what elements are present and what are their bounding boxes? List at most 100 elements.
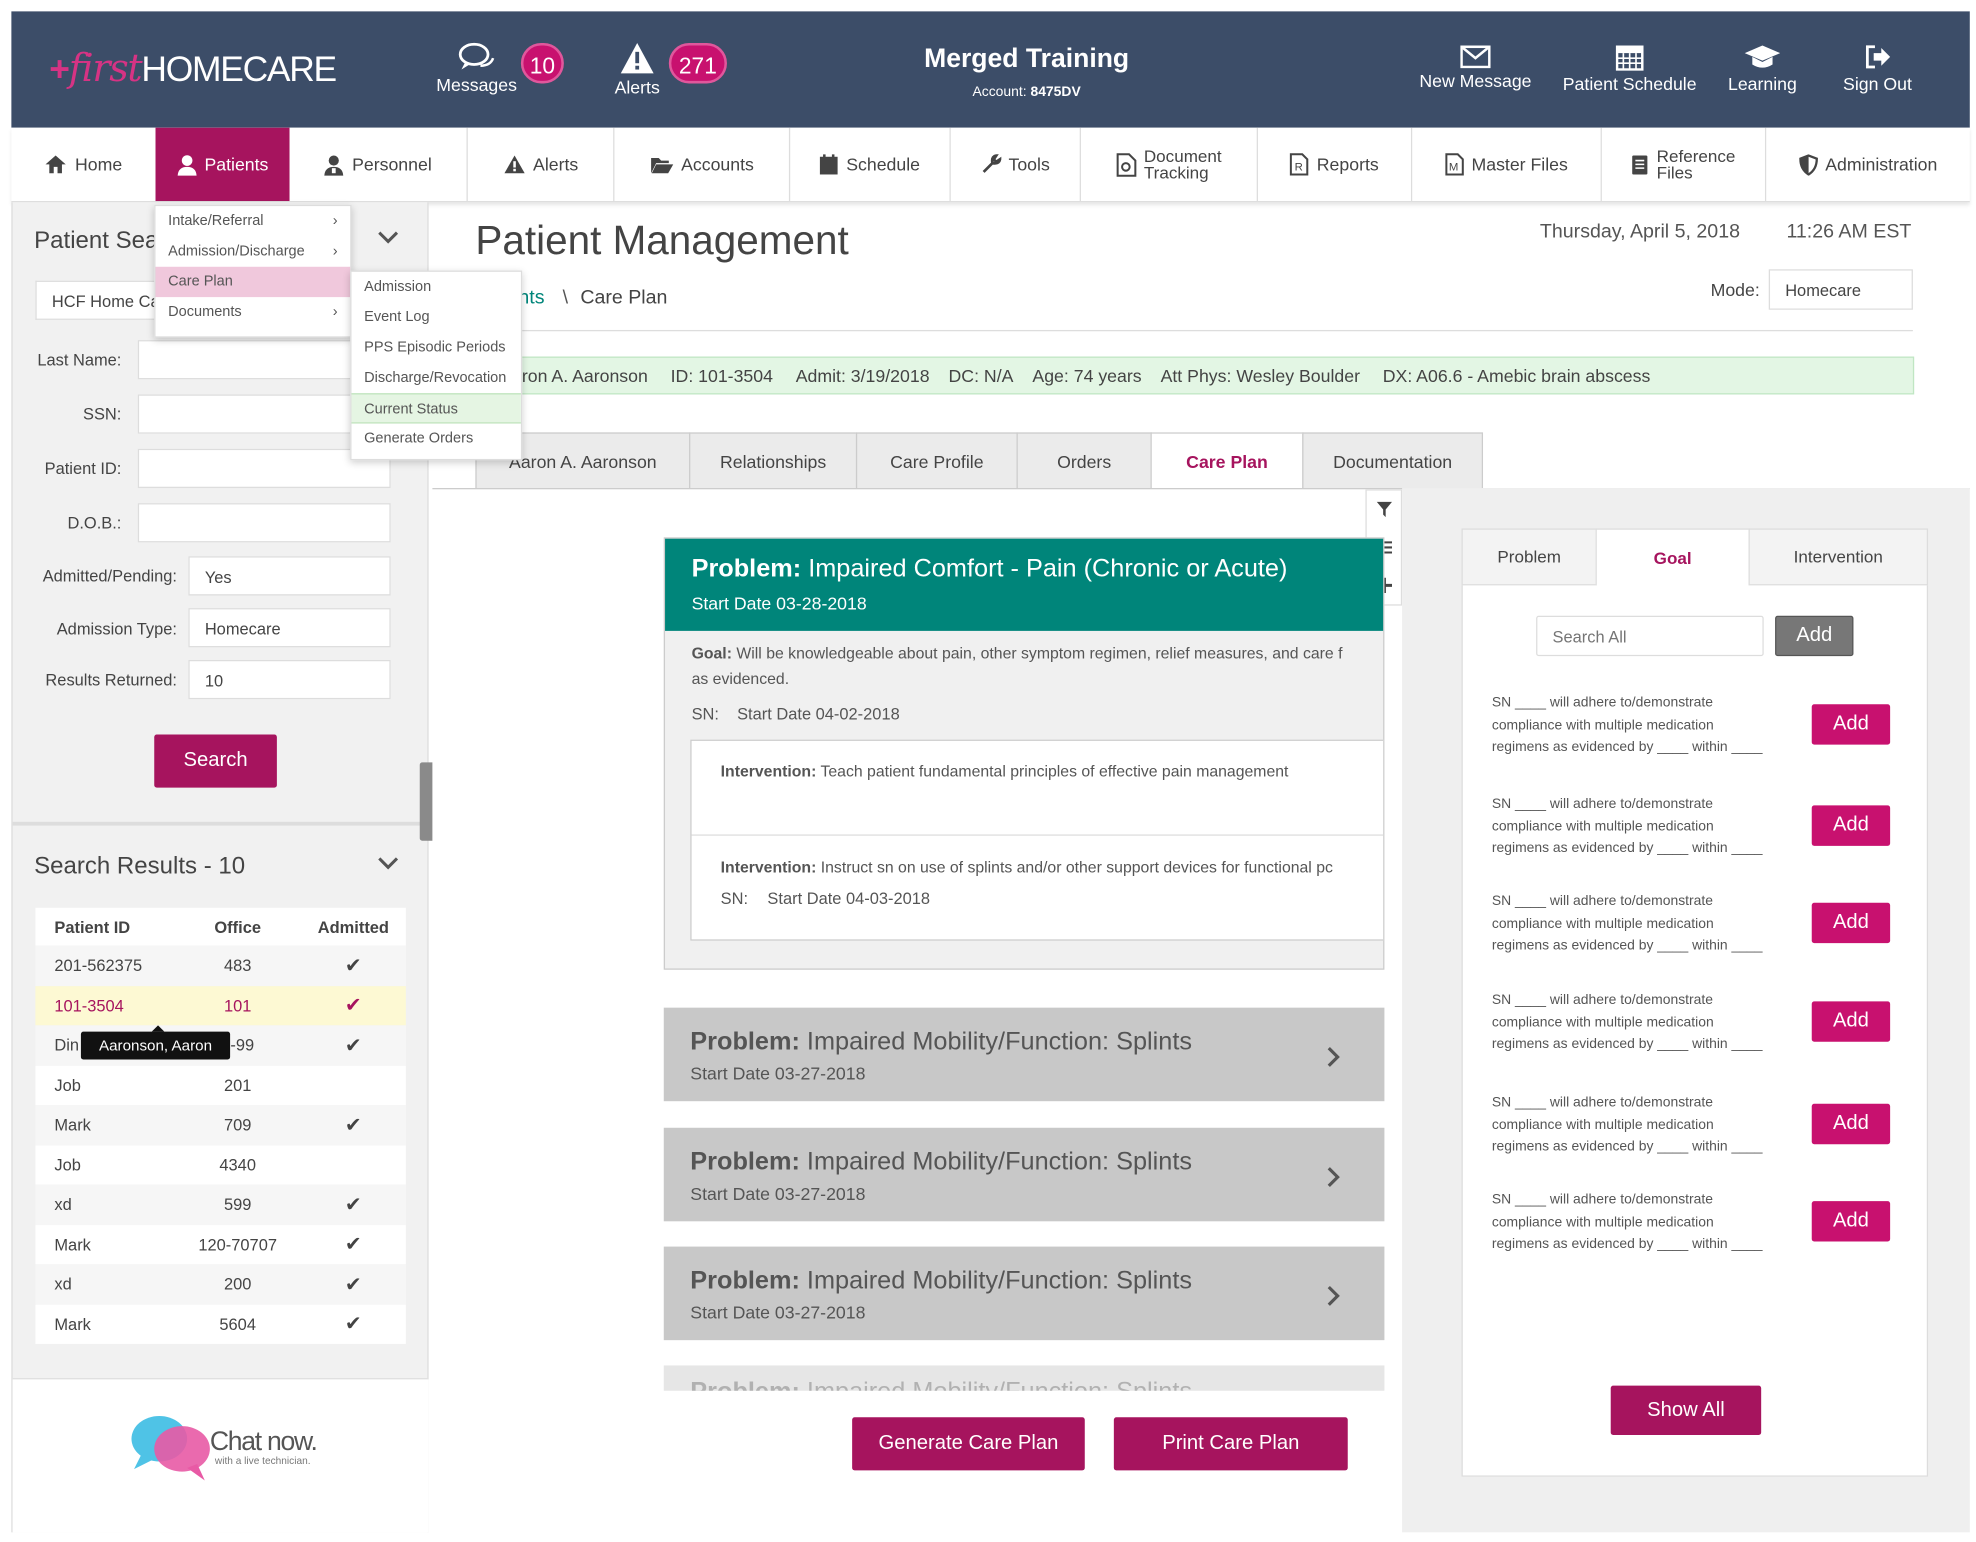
menu-item-pps-episodic-periods[interactable]: PPS Episodic Periods: [351, 333, 520, 363]
table-row[interactable]: xd 200 ✔: [35, 1264, 406, 1305]
menu-item-admission[interactable]: Admission: [351, 272, 520, 302]
intervention-item[interactable]: Intervention: Instruct sn on use of spli…: [721, 858, 1333, 876]
tab-goal[interactable]: Goal: [1595, 528, 1750, 586]
page-time: 11:26 AM EST: [1786, 221, 1912, 243]
breadcrumb-patients-link[interactable]: nts: [518, 287, 544, 310]
divider: [12, 821, 429, 826]
nav-administration[interactable]: Administration: [1766, 128, 1970, 201]
table-row[interactable]: xd 599 ✔: [35, 1184, 406, 1225]
brand-logo[interactable]: +firstHOMECARE: [49, 47, 337, 91]
add-goal-button[interactable]: Add: [1811, 902, 1891, 944]
nav-schedule[interactable]: Schedule: [790, 127, 951, 202]
goal-search-input[interactable]: [1536, 615, 1764, 657]
results-returned-field[interactable]: 10: [188, 659, 391, 700]
add-goal-button[interactable]: Add: [1811, 1103, 1891, 1145]
tab-problem[interactable]: Problem: [1461, 528, 1597, 586]
menu-item-care-plan[interactable]: Care Plan: [155, 266, 351, 298]
chevron-right-icon[interactable]: [1326, 1282, 1341, 1315]
table-row[interactable]: Job 4340: [35, 1144, 406, 1185]
problem-card[interactable]: Problem: Impaired Mobility/Function: Spl…: [663, 1007, 1385, 1102]
generate-care-plan-button[interactable]: Generate Care Plan: [852, 1417, 1085, 1471]
nav-reports[interactable]: R Reports: [1258, 127, 1413, 202]
care-plan-submenu: Admission Event Log PPS Episodic Periods…: [350, 270, 523, 461]
nav-home[interactable]: Home: [11, 128, 155, 201]
nav-document-tracking[interactable]: Document Tracking: [1081, 127, 1258, 202]
table-row[interactable]: Job 201: [35, 1065, 406, 1105]
menu-item-current-status[interactable]: Current Status: [351, 393, 521, 424]
goal-library-item: SN ____ will adhere to/demonstrate compli…: [1492, 794, 1783, 860]
tab-intervention[interactable]: Intervention: [1748, 528, 1929, 586]
graduation-cap-icon: [1744, 45, 1781, 68]
tab-care-plan[interactable]: Care Plan: [1150, 432, 1304, 490]
chat-bubbles-icon: [131, 1416, 210, 1481]
menu-item-intake-referral[interactable]: Intake/Referral ›: [156, 206, 351, 236]
calendar-icon: [820, 154, 838, 175]
table-row[interactable]: 101-3504 101 ✔: [35, 985, 406, 1026]
problem-card[interactable]: Problem: Impaired Mobility/Function: Spl…: [663, 1246, 1385, 1341]
add-goal-button[interactable]: Add: [1811, 1001, 1891, 1042]
problem-card[interactable]: Problem: Impaired Mobility/Function: Spl…: [663, 1127, 1385, 1222]
add-goal-button[interactable]: Add: [1811, 704, 1891, 745]
chat-now-banner[interactable]: Chat now. with a live technician.: [12, 1378, 429, 1533]
intervention-sn-date: Start Date 04-03-2018: [767, 888, 931, 908]
messages-button[interactable]: Messages: [432, 42, 521, 95]
goal-description: Will be knowledgeable about pain, other …: [731, 644, 1343, 663]
dob-field[interactable]: [137, 503, 391, 543]
admission-type-select[interactable]: Homecare: [188, 608, 391, 648]
menu-item-documents[interactable]: Documents ›: [156, 297, 351, 327]
alerts-button[interactable]: Alerts: [599, 42, 675, 97]
problem-header[interactable]: Problem: Impaired Comfort - Pain (Chroni…: [665, 538, 1384, 631]
tab-relationships[interactable]: Relationships: [689, 432, 858, 490]
nav-tools[interactable]: Tools: [951, 127, 1081, 202]
filter-icon[interactable]: [1376, 501, 1394, 525]
problem-title: Impaired Mobility/Function: Splints: [799, 1266, 1193, 1295]
problem-card-partial[interactable]: Problem: Impaired Mobility/Function: Spl…: [663, 1365, 1385, 1391]
table-row[interactable]: 201-562375 483 ✔: [35, 945, 406, 986]
search-button[interactable]: Search: [154, 734, 277, 788]
nav-alerts[interactable]: Alerts: [468, 127, 615, 202]
menu-item-generate-orders[interactable]: Generate Orders: [351, 424, 520, 454]
ssn-label: SSN:: [83, 404, 122, 424]
results-collapse-chevron-icon[interactable]: [377, 855, 400, 878]
table-row[interactable]: Mark 5604 ✔: [35, 1304, 406, 1344]
admitted-pending-select[interactable]: Yes: [188, 556, 391, 596]
problem-label: Problem:: [691, 555, 802, 583]
account-id: 8475DV: [1030, 84, 1081, 100]
goal-text-line: compliance with multiple medication: [1491, 1014, 1714, 1030]
new-message-button[interactable]: New Message: [1412, 45, 1538, 91]
collapse-chevron-icon[interactable]: [377, 225, 400, 252]
nav-master-files[interactable]: M Master Files: [1412, 127, 1602, 202]
nav-accounts[interactable]: Accounts: [614, 127, 791, 202]
tab-orders[interactable]: Orders: [1016, 432, 1152, 490]
goal-text-line: regimens as evidenced by ____ within ___…: [1491, 840, 1763, 856]
add-goal-button[interactable]: Add: [1811, 1201, 1891, 1242]
tab-documentation[interactable]: Documentation: [1302, 432, 1484, 490]
intervention-divider: [691, 834, 1384, 836]
nav-reference-files[interactable]: Reference Files: [1602, 127, 1767, 202]
chevron-right-icon[interactable]: [1326, 1043, 1341, 1076]
table-row[interactable]: Mark 709 ✔: [35, 1104, 406, 1145]
nav-patients[interactable]: Patients: [155, 127, 290, 202]
nav-accounts-label: Accounts: [681, 154, 754, 175]
add-goal-button[interactable]: Add: [1811, 805, 1891, 846]
nav-personnel[interactable]: Personnel: [290, 127, 468, 202]
table-row[interactable]: Mark 120-70707 ✔: [35, 1224, 406, 1265]
mode-select[interactable]: Homecare: [1768, 269, 1913, 310]
cell-patient-id: xd: [54, 1274, 72, 1294]
patient-schedule-button[interactable]: Patient Schedule: [1556, 43, 1703, 94]
show-all-button[interactable]: Show All: [1610, 1385, 1762, 1435]
patient-id-label: Patient ID:: [44, 458, 122, 478]
menu-item-event-log[interactable]: Event Log: [351, 302, 520, 332]
sign-out-button[interactable]: Sign Out: [1832, 43, 1923, 94]
print-care-plan-button[interactable]: Print Care Plan: [1113, 1417, 1348, 1471]
calendar-icon: [1615, 45, 1644, 71]
learning-button[interactable]: Learning: [1721, 43, 1804, 94]
alerts-count-badge: 271: [668, 42, 727, 84]
intervention-item[interactable]: Intervention: Teach patient fundamental …: [721, 762, 1289, 780]
menu-item-admission-discharge[interactable]: Admission/Discharge ›: [156, 236, 351, 266]
tab-care-profile[interactable]: Care Profile: [855, 432, 1018, 490]
menu-item-discharge-revocation[interactable]: Discharge/Revocation: [351, 363, 520, 393]
problem-card-active: Problem: Impaired Comfort - Pain (Chroni…: [663, 537, 1385, 970]
goal-search-add-button[interactable]: Add: [1775, 615, 1854, 657]
chevron-right-icon[interactable]: [1326, 1163, 1341, 1196]
